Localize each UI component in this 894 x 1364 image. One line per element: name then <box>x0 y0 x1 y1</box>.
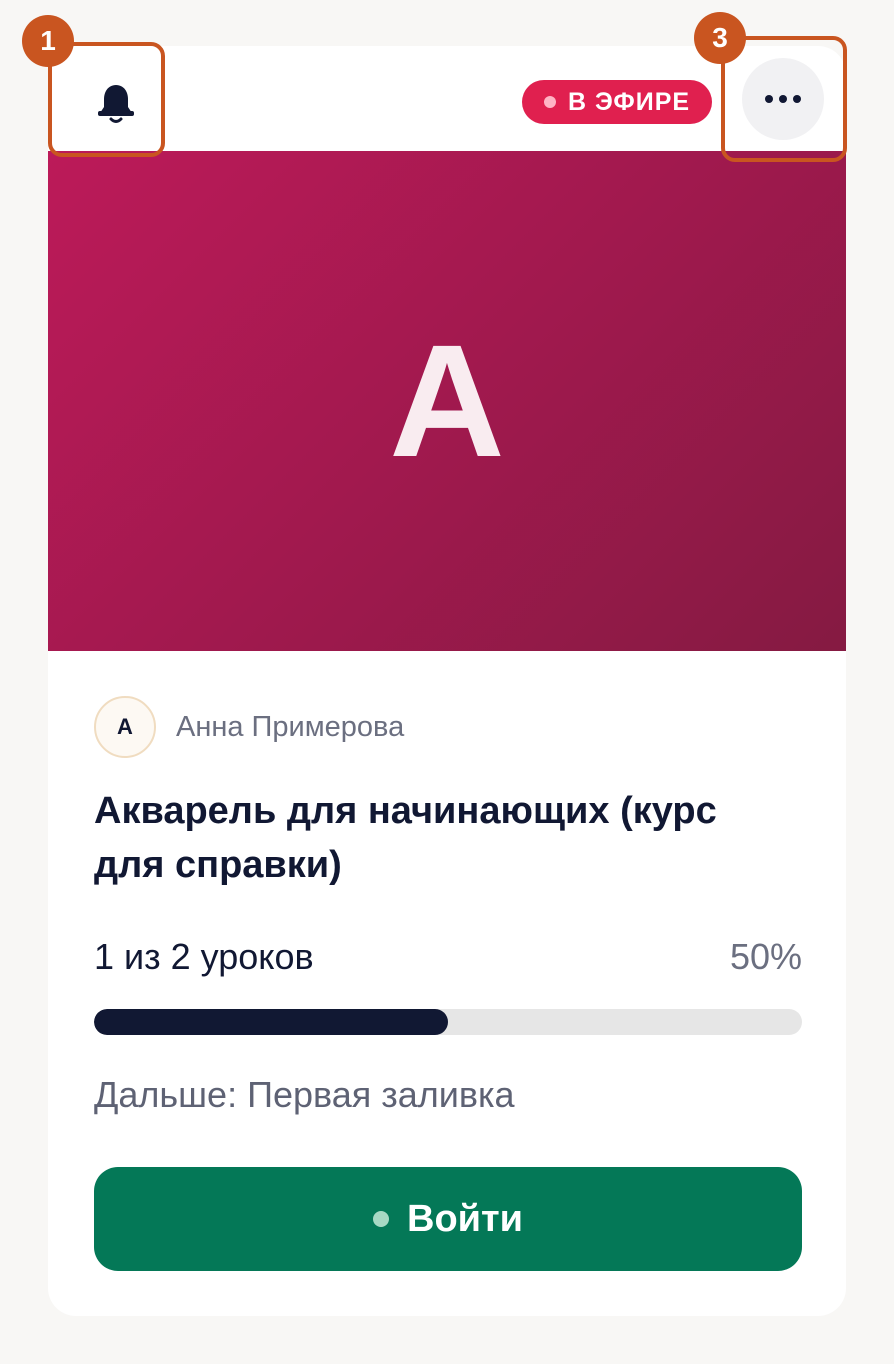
annotation-marker-1-label: 1 <box>40 25 56 56</box>
lessons-count: 1 из 2 уроков <box>94 936 314 977</box>
course-card: В ЭФИРЕ A A Анна Примерова Акварель для … <box>48 46 846 1316</box>
author-row: A Анна Примерова <box>94 696 404 758</box>
avatar: A <box>94 696 156 758</box>
live-label: В ЭФИРЕ <box>567 87 691 116</box>
course-title: Акварель для начинающих (курс для справк… <box>94 790 717 886</box>
next-lesson-text: Дальше: Первая заливка <box>94 1074 515 1115</box>
progress-bar <box>94 1009 802 1035</box>
annotation-marker-3-label: 3 <box>712 22 728 53</box>
cover-initial: A <box>389 311 505 490</box>
live-status-badge: В ЭФИРЕ <box>522 80 712 124</box>
annotation-marker-3: 3 <box>694 12 746 64</box>
progress-percent: 50% <box>729 936 802 977</box>
annotation-marker-1: 1 <box>22 15 74 67</box>
course-cover[interactable]: A <box>48 151 846 651</box>
avatar-initial: A <box>117 714 133 739</box>
progress-summary: 1 из 2 уроков 50% <box>94 936 802 986</box>
live-dot-icon <box>543 96 556 108</box>
enter-button[interactable]: Войти <box>94 1167 802 1271</box>
progress-bar-fill <box>94 1009 448 1035</box>
enter-button-label: Войти <box>407 1197 523 1240</box>
status-dot-icon <box>373 1211 389 1227</box>
author-name: Анна Примерова <box>176 710 405 743</box>
annotation-box-3 <box>721 36 847 162</box>
